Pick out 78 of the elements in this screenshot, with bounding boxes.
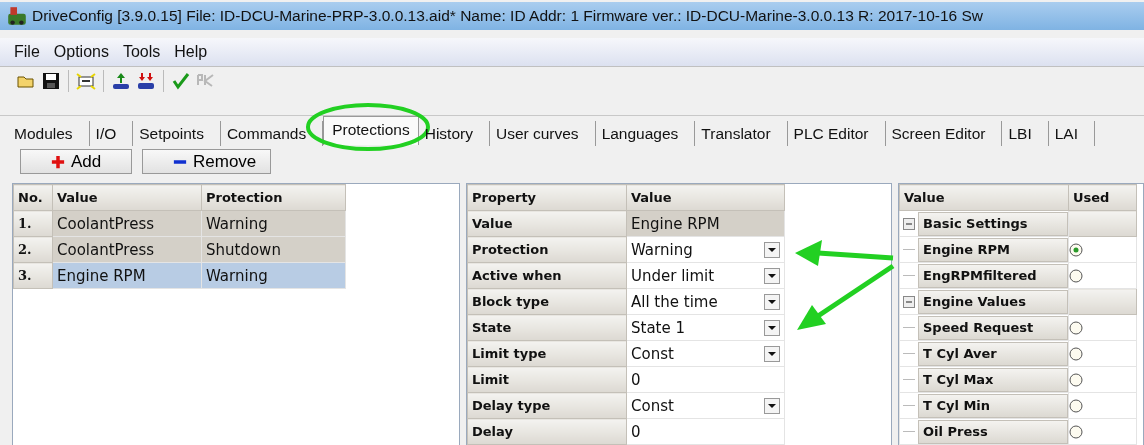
menu-item[interactable]: Help (174, 43, 208, 61)
dropdown[interactable]: Warning (626, 236, 785, 263)
tree-item[interactable]: T Cyl Max (918, 367, 1068, 392)
tree-item[interactable]: Engine RPM (918, 237, 1068, 262)
add-button[interactable]: Add (20, 149, 132, 174)
column-header[interactable]: Used (1068, 184, 1137, 211)
dropdown[interactable]: Const (626, 340, 785, 367)
table-cell: Warning (201, 210, 346, 237)
radio-button[interactable] (1069, 268, 1083, 283)
radio-button[interactable] (1069, 372, 1083, 387)
checkmark-icon[interactable] (171, 71, 191, 91)
tree-item[interactable]: EngRPMfiltered (918, 263, 1068, 288)
column-header[interactable]: Value (626, 184, 785, 211)
property-label: State (467, 314, 627, 341)
dropdown[interactable]: State 1 (626, 314, 785, 341)
dropdown[interactable]: Under limit (626, 262, 785, 289)
tab[interactable]: User curves (489, 121, 596, 146)
row-header[interactable]: 2. (13, 236, 53, 263)
property-value: Engine RPM (626, 210, 785, 237)
card-icon[interactable] (76, 71, 96, 91)
radio-button[interactable] (1069, 346, 1083, 361)
upload-icon[interactable] (111, 71, 131, 91)
table-cell: CoolantPress (52, 210, 202, 237)
tab[interactable]: Modules (8, 121, 90, 146)
app-icon (6, 5, 28, 27)
input-field[interactable]: 0 (626, 418, 785, 445)
download-icon[interactable] (136, 71, 156, 91)
menu-item[interactable]: Options (53, 43, 109, 61)
property-label: Active when (467, 262, 627, 289)
plus-icon (51, 154, 65, 169)
table-cell: Shutdown (201, 236, 346, 263)
tab[interactable]: Screen Editor (885, 121, 1003, 146)
tab[interactable]: Setpoints (133, 121, 221, 146)
row-header[interactable]: 1. (13, 210, 53, 237)
tab[interactable]: PLC Editor (787, 121, 886, 146)
menu-item[interactable]: Tools (122, 43, 161, 61)
radio-button[interactable] (1069, 242, 1083, 257)
property-label: Limit (467, 366, 627, 393)
property-label: Protection (467, 236, 627, 263)
table-cell: Warning (201, 262, 346, 289)
property-label: Value (467, 210, 627, 237)
input-field[interactable]: 0 (626, 366, 785, 393)
column-header[interactable]: Property (467, 184, 627, 211)
tree-item[interactable]: Oil Press (918, 419, 1068, 444)
tab[interactable]: LBI (1002, 121, 1049, 146)
save-icon[interactable] (41, 71, 61, 91)
remove-button[interactable]: Remove (142, 149, 272, 174)
table-cell: CoolantPress (52, 236, 202, 263)
row-header[interactable]: 3. (13, 262, 53, 289)
tree-group[interactable]: Engine Values (918, 289, 1068, 314)
tab[interactable]: Translator (695, 121, 788, 146)
column-header[interactable]: Value (52, 184, 202, 211)
radio-button[interactable] (1069, 424, 1083, 439)
menu-item[interactable]: File (14, 43, 40, 61)
tree-item[interactable]: Speed Request (918, 315, 1068, 340)
radio-button[interactable] (1069, 320, 1083, 335)
tab[interactable]: LAI (1048, 121, 1095, 146)
tab[interactable]: Protections (323, 116, 419, 145)
radio-button[interactable] (1069, 398, 1083, 413)
property-label: Delay (467, 418, 627, 445)
dropdown[interactable]: Const (626, 392, 785, 419)
tree-item[interactable]: T Cyl Aver (918, 341, 1068, 366)
collapse-icon[interactable] (903, 217, 915, 230)
property-label: Limit type (467, 340, 627, 367)
property-label: Block type (467, 288, 627, 315)
tree-item[interactable]: T Cyl Min (918, 393, 1068, 418)
tab[interactable]: Languages (595, 121, 696, 146)
table-cell: Engine RPM (52, 262, 202, 289)
tab[interactable]: History (418, 121, 490, 146)
column-header[interactable]: Protection (201, 184, 346, 211)
column-header[interactable]: No. (13, 184, 53, 211)
dropdown[interactable]: All the time (626, 288, 785, 315)
window-title: DriveConfig [3.9.0.15] File: ID-DCU-Marine-PRP-3.0.0.13.aid* Name: ID Addr: 1 Firmware ver.: ID-DCU-Marine-3.0.0.13 R: 2017-10-16 Sw (32, 7, 983, 25)
collapse-icon[interactable] (903, 295, 915, 308)
tree-group[interactable]: Basic Settings (918, 211, 1068, 236)
tab[interactable]: I/O (89, 121, 134, 146)
property-label: Delay type (467, 392, 627, 419)
column-header[interactable]: Value (899, 184, 1069, 211)
